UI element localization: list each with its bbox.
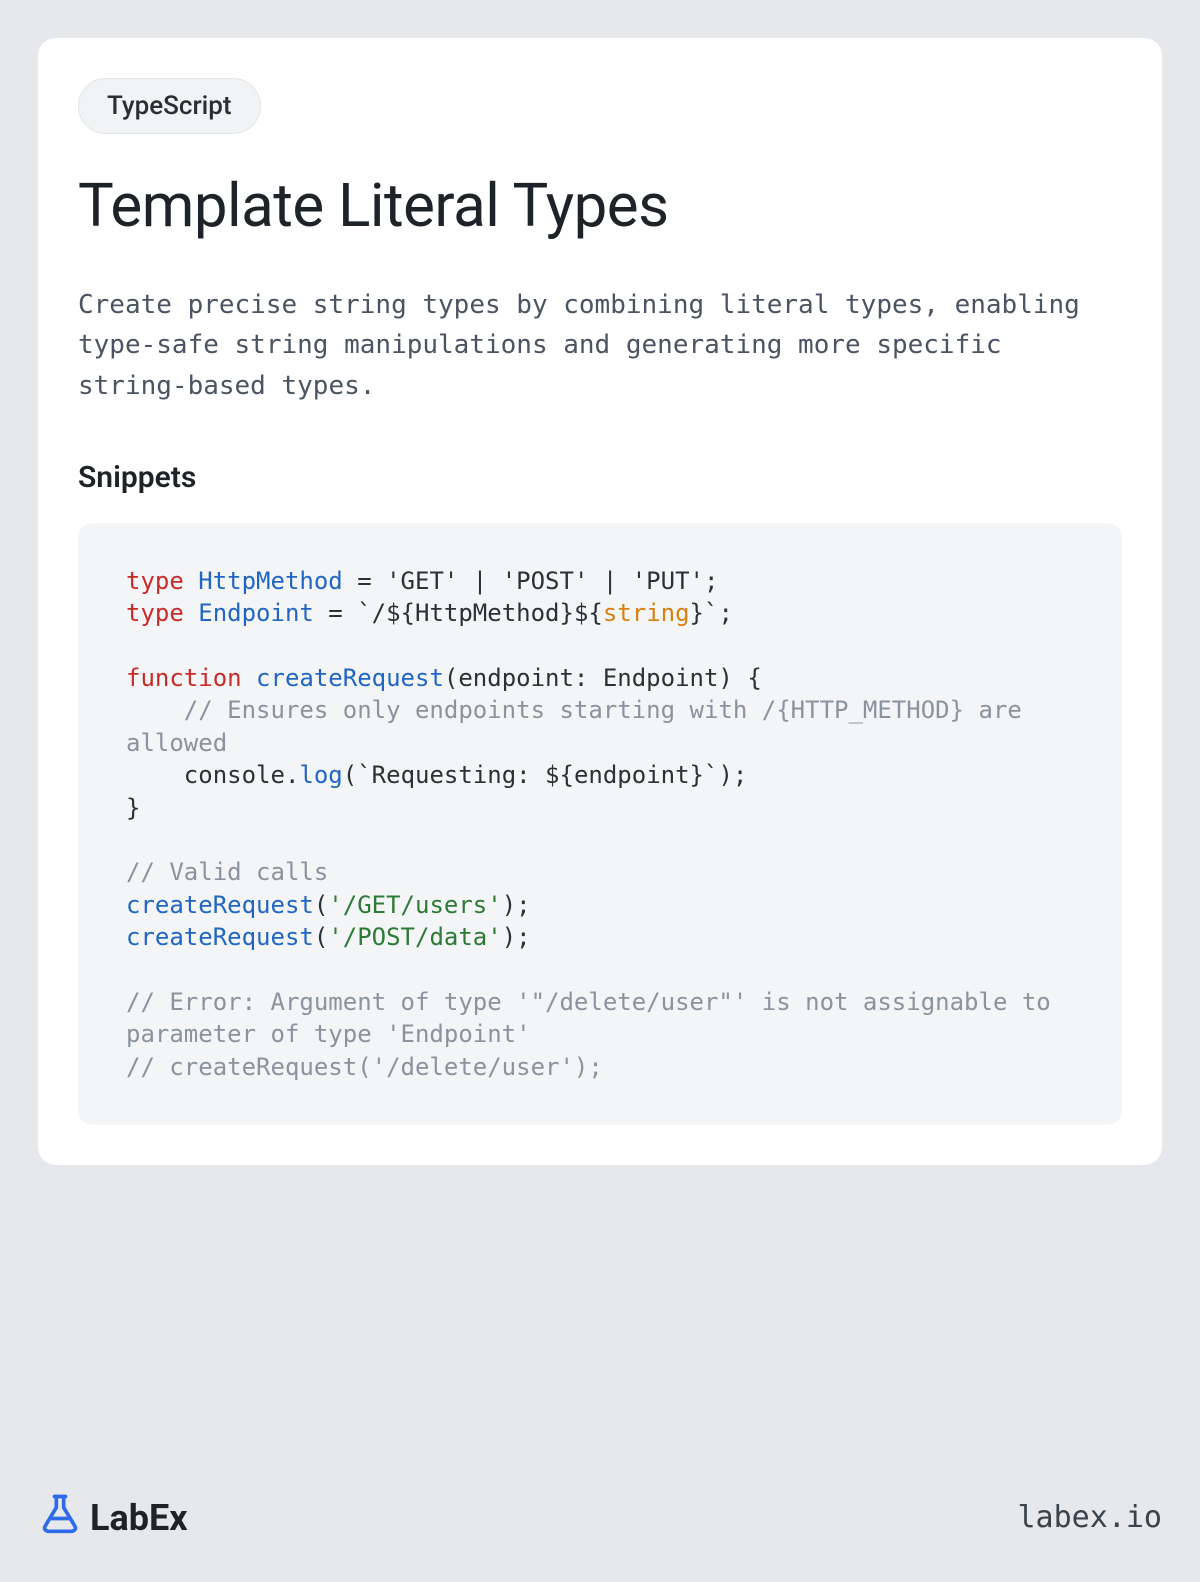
code-token: } [126, 794, 140, 822]
code-token: }` [690, 599, 719, 627]
code-token: ( [314, 891, 328, 919]
code-token: // createRequest('/delete/user'); [126, 1053, 603, 1081]
code-token: '/GET/users' [328, 891, 501, 919]
code-token: function [126, 664, 242, 692]
page-description: Create precise string types by combining… [78, 285, 1122, 406]
code-token: HttpMethod [198, 567, 343, 595]
brand-logo: LabEx [38, 1491, 188, 1544]
code-token: string [603, 599, 690, 627]
flask-icon [38, 1491, 82, 1544]
code-token [126, 761, 184, 789]
code-token: // Valid calls [126, 858, 328, 886]
code-token: = [314, 599, 357, 627]
code-token: (endpoint: Endpoint) { [444, 664, 762, 692]
code-token: createRequest [256, 664, 444, 692]
code-token: ; [718, 599, 732, 627]
code-token: ( [314, 923, 328, 951]
language-badge: TypeScript [78, 78, 261, 134]
site-url: labex.io [1018, 1500, 1163, 1535]
code-token: createRequest [126, 891, 314, 919]
code-token: Endpoint [198, 599, 314, 627]
content-card: TypeScript Template Literal Types Create… [38, 38, 1162, 1165]
code-snippet: type HttpMethod = 'GET' | 'POST' | 'PUT'… [78, 523, 1122, 1125]
code-token: createRequest [126, 923, 314, 951]
snippets-heading: Snippets [78, 460, 1122, 495]
code-token: = 'GET' | 'POST' | 'PUT'; [343, 567, 719, 595]
code-token: // Ensures only endpoints starting with … [126, 696, 1036, 756]
code-token: ( [343, 761, 357, 789]
code-token: type [126, 567, 184, 595]
code-token: console [184, 761, 285, 789]
code-token: ); [718, 761, 747, 789]
code-token: '/POST/data' [328, 923, 501, 951]
code-token: type [126, 599, 184, 627]
code-token: // Error: Argument of type '"/delete/use… [126, 988, 1065, 1048]
code-token: ); [502, 891, 531, 919]
code-token: . [285, 761, 299, 789]
code-token: `Requesting: ${endpoint}` [357, 761, 718, 789]
page-title: Template Literal Types [78, 170, 1122, 241]
footer: LabEx labex.io [38, 1491, 1162, 1544]
code-token: log [299, 761, 342, 789]
code-token: ); [502, 923, 531, 951]
brand-name: LabEx [90, 1497, 188, 1539]
code-token: `/${HttpMethod}${ [357, 599, 603, 627]
